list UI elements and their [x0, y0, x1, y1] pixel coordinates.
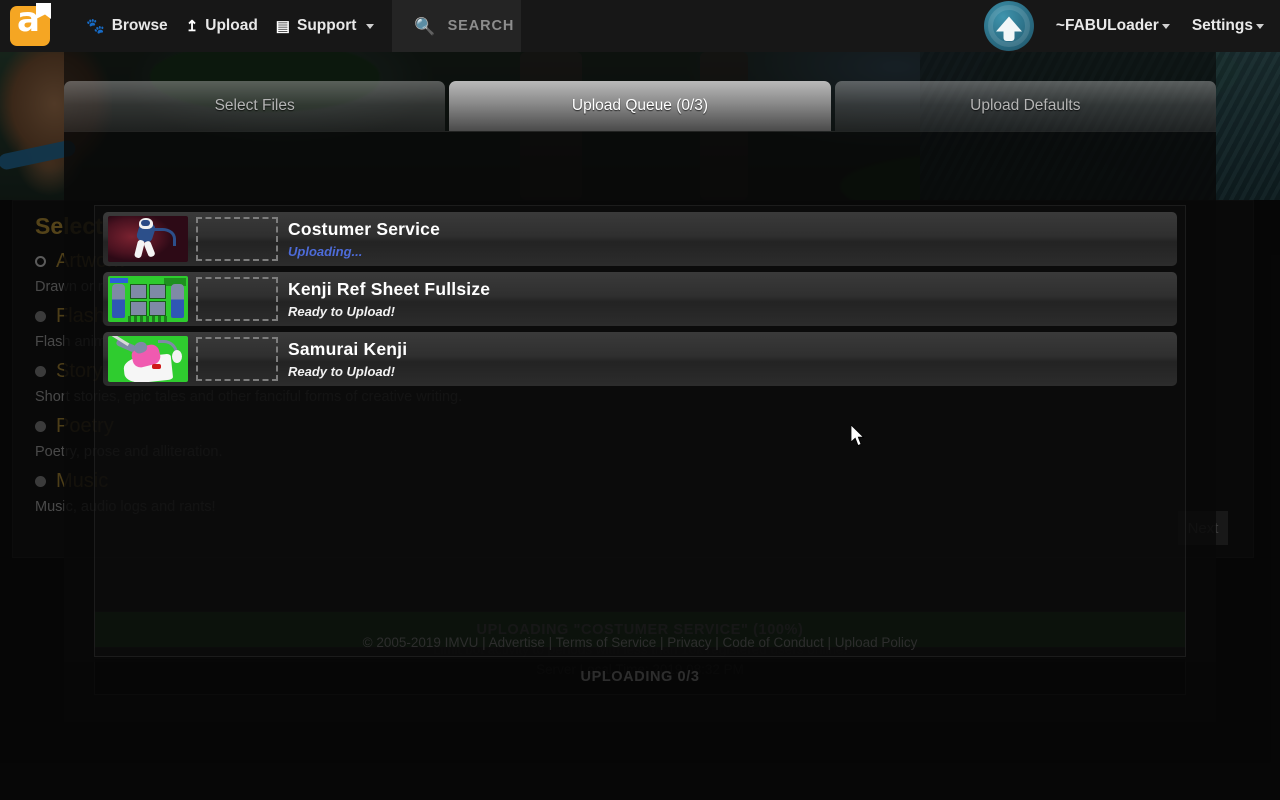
nav-browse-label: Browse — [111, 17, 168, 34]
search-icon: 🔍 — [414, 16, 436, 36]
top-navigation-bar: 🐾 Browse ↥ Upload ▤ Support 🔍 SEARCH — [0, 0, 1280, 52]
queue-item-drop-placeholder[interactable] — [196, 277, 278, 321]
username-label: ~FABULoader — [1055, 17, 1159, 34]
news-icon: ▤ — [275, 17, 290, 35]
queue-item-status: Ready to Upload! — [288, 304, 395, 319]
nav-right-group: ~FABULoader Settings — [983, 0, 1280, 52]
queue-item-title: Costumer Service — [288, 219, 441, 239]
queue-item-drop-placeholder[interactable] — [196, 217, 278, 261]
nav-support[interactable]: ▤ Support — [276, 17, 375, 35]
nav-browse[interactable]: 🐾 Browse — [86, 17, 168, 35]
queue-item-status: Ready to Upload! — [288, 364, 395, 379]
app-root: Select Submission Type Artwork Drawn or … — [0, 0, 1280, 800]
queue-item-thumbnail — [108, 336, 188, 382]
queue-item-drop-placeholder[interactable] — [196, 337, 278, 381]
avatar[interactable] — [983, 1, 1034, 51]
nav-support-label: Support — [296, 17, 357, 34]
upload-arrow-icon: ↥ — [185, 17, 199, 35]
furaffinity-logo-icon[interactable] — [0, 0, 52, 52]
modal-copyright-links[interactable]: © 2005-2019 IMVU | Advertise | Terms of … — [94, 635, 1186, 650]
queue-item[interactable]: Kenji Ref Sheet Fullsize Ready to Upload… — [103, 272, 1177, 326]
paw-icon: 🐾 — [86, 17, 105, 35]
queue-item-title: Kenji Ref Sheet Fullsize — [288, 279, 491, 299]
settings-menu[interactable]: Settings — [1192, 17, 1264, 35]
queue-item[interactable]: Costumer Service Uploading... — [103, 212, 1177, 266]
tab-select-files[interactable]: Select Files — [64, 81, 446, 131]
tab-upload-queue[interactable]: Upload Queue (0/3) — [449, 81, 831, 131]
upload-queue-list: Costumer Service Uploading... Kenji Ref … — [94, 205, 1186, 657]
modal-tabs: Select Files Upload Queue (0/3) Upload D… — [64, 81, 1216, 131]
chevron-down-icon — [366, 23, 375, 29]
queue-item-status: Uploading... — [288, 244, 363, 259]
search-placeholder: SEARCH — [447, 18, 515, 34]
nav-upload-label: Upload — [205, 17, 258, 34]
queue-item-title: Samurai Kenji — [288, 339, 408, 359]
nav-links: 🐾 Browse ↥ Upload ▤ Support — [86, 0, 375, 52]
user-menu[interactable]: ~FABULoader — [1056, 17, 1170, 35]
modal-panel: Costumer Service Uploading... Kenji Ref … — [64, 131, 1216, 662]
queue-item-thumbnail — [108, 276, 188, 322]
chevron-down-icon — [1256, 23, 1264, 29]
nav-upload[interactable]: ↥ Upload — [186, 17, 258, 35]
search-input[interactable]: 🔍 SEARCH — [392, 0, 522, 52]
chevron-down-icon — [1161, 23, 1170, 29]
queue-item[interactable]: Samurai Kenji Ready to Upload! — [103, 332, 1177, 386]
settings-label: Settings — [1191, 17, 1253, 34]
tab-upload-defaults[interactable]: Upload Defaults — [834, 81, 1216, 131]
upload-modal: Select Files Upload Queue (0/3) Upload D… — [64, 52, 1216, 722]
queue-item-thumbnail — [108, 216, 188, 262]
